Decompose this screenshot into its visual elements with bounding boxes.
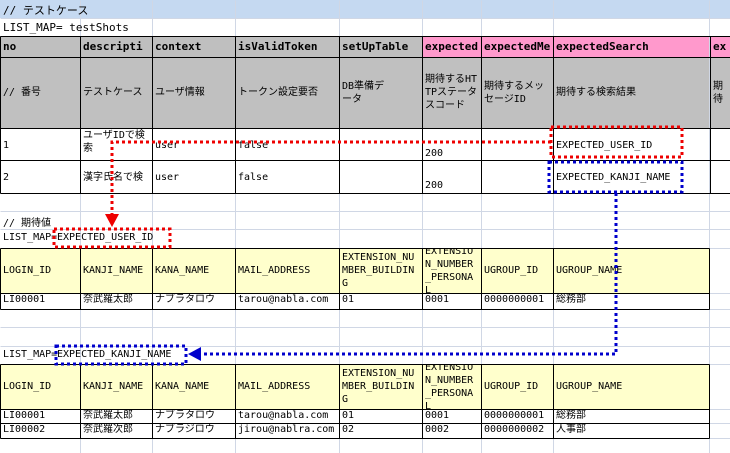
ut2-body-row1-kana-name[interactable]: ナブラタロウ <box>152 409 235 423</box>
col-header-expected-search[interactable]: expectedSearch <box>553 36 710 57</box>
row1-description[interactable]: ユーザIDで検索 <box>80 128 152 160</box>
ut2-body-row1-ugroup-name[interactable]: 総務部 <box>553 409 709 423</box>
row2-status[interactable]: 200 <box>422 160 481 193</box>
row1-status[interactable]: 200 <box>422 128 481 160</box>
title-row-bg <box>0 0 730 18</box>
ut2-head-header-ugroup-name[interactable]: UGROUP_NAME <box>553 364 709 409</box>
row1-no[interactable]: 1 <box>0 128 80 160</box>
desc-expected-search[interactable]: 期待する検索結果 <box>553 57 710 128</box>
list-map-2-prefix: LIST_MAP= <box>3 349 58 360</box>
row1-message[interactable] <box>481 128 553 160</box>
ut2-body-row2-ugroup-name[interactable]: 人事部 <box>553 423 709 437</box>
blue-arrowhead-icon <box>188 347 201 361</box>
ut2-body-row1-ext-building[interactable]: 01 <box>339 409 422 423</box>
row2-setup[interactable] <box>339 160 422 193</box>
desc-context[interactable]: ユーザ情報 <box>152 57 235 128</box>
ut2-head-header-mail-address[interactable]: MAIL_ADDRESS <box>235 364 339 409</box>
ut1-head-header-ugroup-id[interactable]: UGROUP_ID <box>481 248 553 293</box>
ut2-body-row2-ext-personal[interactable]: 0002 <box>422 423 481 437</box>
ut2-body-row2-mail-address[interactable]: jirou@nablra.com <box>235 423 339 437</box>
desc-expected-message[interactable]: 期待するメッセージID <box>481 57 553 128</box>
ut2-body-row1-login-id[interactable]: LI00001 <box>0 409 80 423</box>
desc-no[interactable]: // 番号 <box>0 57 80 128</box>
ut1-head-header-ext-building[interactable]: EXTENSION_NUMBER_BUILDING <box>339 248 422 293</box>
row1-extra[interactable] <box>710 128 730 160</box>
ut2-body-row2-kanji-name[interactable]: 奈武羅次郎 <box>80 423 152 437</box>
row1-context[interactable]: user <box>152 128 235 160</box>
ut1-head-header-kanji-name[interactable]: KANJI_NAME <box>80 248 152 293</box>
row2-search[interactable]: EXPECTED_KANJI_NAME <box>553 160 710 193</box>
expected-section-title: // 期待値 <box>3 218 52 229</box>
row2-extra[interactable] <box>710 160 730 193</box>
desc-isvalidtoken[interactable]: トークン設定要否 <box>235 57 339 128</box>
sheet-section-title: // テストケース <box>3 4 89 17</box>
ut2-head-header-ugroup-id[interactable]: UGROUP_ID <box>481 364 553 409</box>
col-header-isvalidtoken[interactable]: isValidToken <box>235 36 339 57</box>
red-arrowhead-icon <box>105 214 119 227</box>
col-header-description[interactable]: descripti <box>80 36 152 57</box>
ut2-head-header-ext-personal[interactable]: EXTENSION_NUMBER_PERSONAL <box>422 364 481 409</box>
ut1-body-row1-login-id[interactable]: LI00001 <box>0 293 80 307</box>
row2-description[interactable]: 漢字氏名で検 <box>80 160 152 193</box>
row2-token[interactable]: false <box>235 160 339 193</box>
ut1-body-row1-mail-address[interactable]: tarou@nabla.com <box>235 293 339 307</box>
ut1-body-row1-ext-building[interactable]: 01 <box>339 293 422 307</box>
ut1-head-header-ext-personal[interactable]: EXTENSION_NUMBER_PERSONAL <box>422 248 481 293</box>
ut2-body-row1-mail-address[interactable]: tarou@nabla.com <box>235 409 339 423</box>
ut2-body-row2-login-id[interactable]: LI00002 <box>0 423 80 437</box>
ut1-head-header-kana-name[interactable]: KANA_NAME <box>152 248 235 293</box>
ut1-body-row1-ugroup-name[interactable]: 総務部 <box>553 293 709 307</box>
ut2-body-row1-kanji-name[interactable]: 奈武羅太郎 <box>80 409 152 423</box>
list-map-1-name[interactable]: EXPECTED_USER_ID <box>57 232 153 243</box>
col-header-no[interactable]: no <box>0 36 80 57</box>
ut2-body-row1-ugroup-id[interactable]: 0000000001 <box>481 409 553 423</box>
ut2-head-header-login-id[interactable]: LOGIN_ID <box>0 364 80 409</box>
ut2-body-row2-ext-building[interactable]: 02 <box>339 423 422 437</box>
list-map-testshots: LIST_MAP= testShots <box>3 21 129 34</box>
row1-token[interactable]: false <box>235 128 339 160</box>
ut1-body-row1-ugroup-id[interactable]: 0000000001 <box>481 293 553 307</box>
list-map-1-prefix: LIST_MAP= <box>3 232 58 243</box>
ut1-body-row1-kanji-name[interactable]: 奈武羅太郎 <box>80 293 152 307</box>
row2-context[interactable]: user <box>152 160 235 193</box>
col-header-expected-message[interactable]: expectedMe <box>481 36 553 57</box>
desc-expected-status[interactable]: 期待するHTTPステータスコード <box>422 57 481 128</box>
row2-no[interactable]: 2 <box>0 160 80 193</box>
ut1-head-header-mail-address[interactable]: MAIL_ADDRESS <box>235 248 339 293</box>
row2-message[interactable] <box>481 160 553 193</box>
list-map-2-name[interactable]: EXPECTED_KANJI_NAME <box>57 349 171 360</box>
col-header-expected-status[interactable]: expected <box>422 36 481 57</box>
ut1-body-row1-ext-personal[interactable]: 0001 <box>422 293 481 307</box>
ut2-head-header-kanji-name[interactable]: KANJI_NAME <box>80 364 152 409</box>
ut2-body-row2-ugroup-id[interactable]: 0000000002 <box>481 423 553 437</box>
col-header-extra[interactable]: ex <box>710 36 730 57</box>
ut2-body-row1-ext-personal[interactable]: 0001 <box>422 409 481 423</box>
ut2-head-header-kana-name[interactable]: KANA_NAME <box>152 364 235 409</box>
ut1-head-header-login-id[interactable]: LOGIN_ID <box>0 248 80 293</box>
col-header-context[interactable]: context <box>152 36 235 57</box>
desc-extra[interactable]: 期待 <box>710 57 730 128</box>
desc-description[interactable]: テストケース <box>80 57 152 128</box>
ut2-head-header-ext-building[interactable]: EXTENSION_NUMBER_BUILDING <box>339 364 422 409</box>
row1-setup[interactable] <box>339 128 422 160</box>
row1-search[interactable]: EXPECTED_USER_ID <box>553 128 710 160</box>
ut1-body-row1-kana-name[interactable]: ナブラタロウ <box>152 293 235 307</box>
ut2-body-row2-kana-name[interactable]: ナブラジロウ <box>152 423 235 437</box>
col-header-setuptable[interactable]: setUpTable <box>339 36 422 57</box>
ut1-head-header-ugroup-name[interactable]: UGROUP_NAME <box>553 248 709 293</box>
desc-setuptable[interactable]: DB準備データ <box>339 57 422 128</box>
